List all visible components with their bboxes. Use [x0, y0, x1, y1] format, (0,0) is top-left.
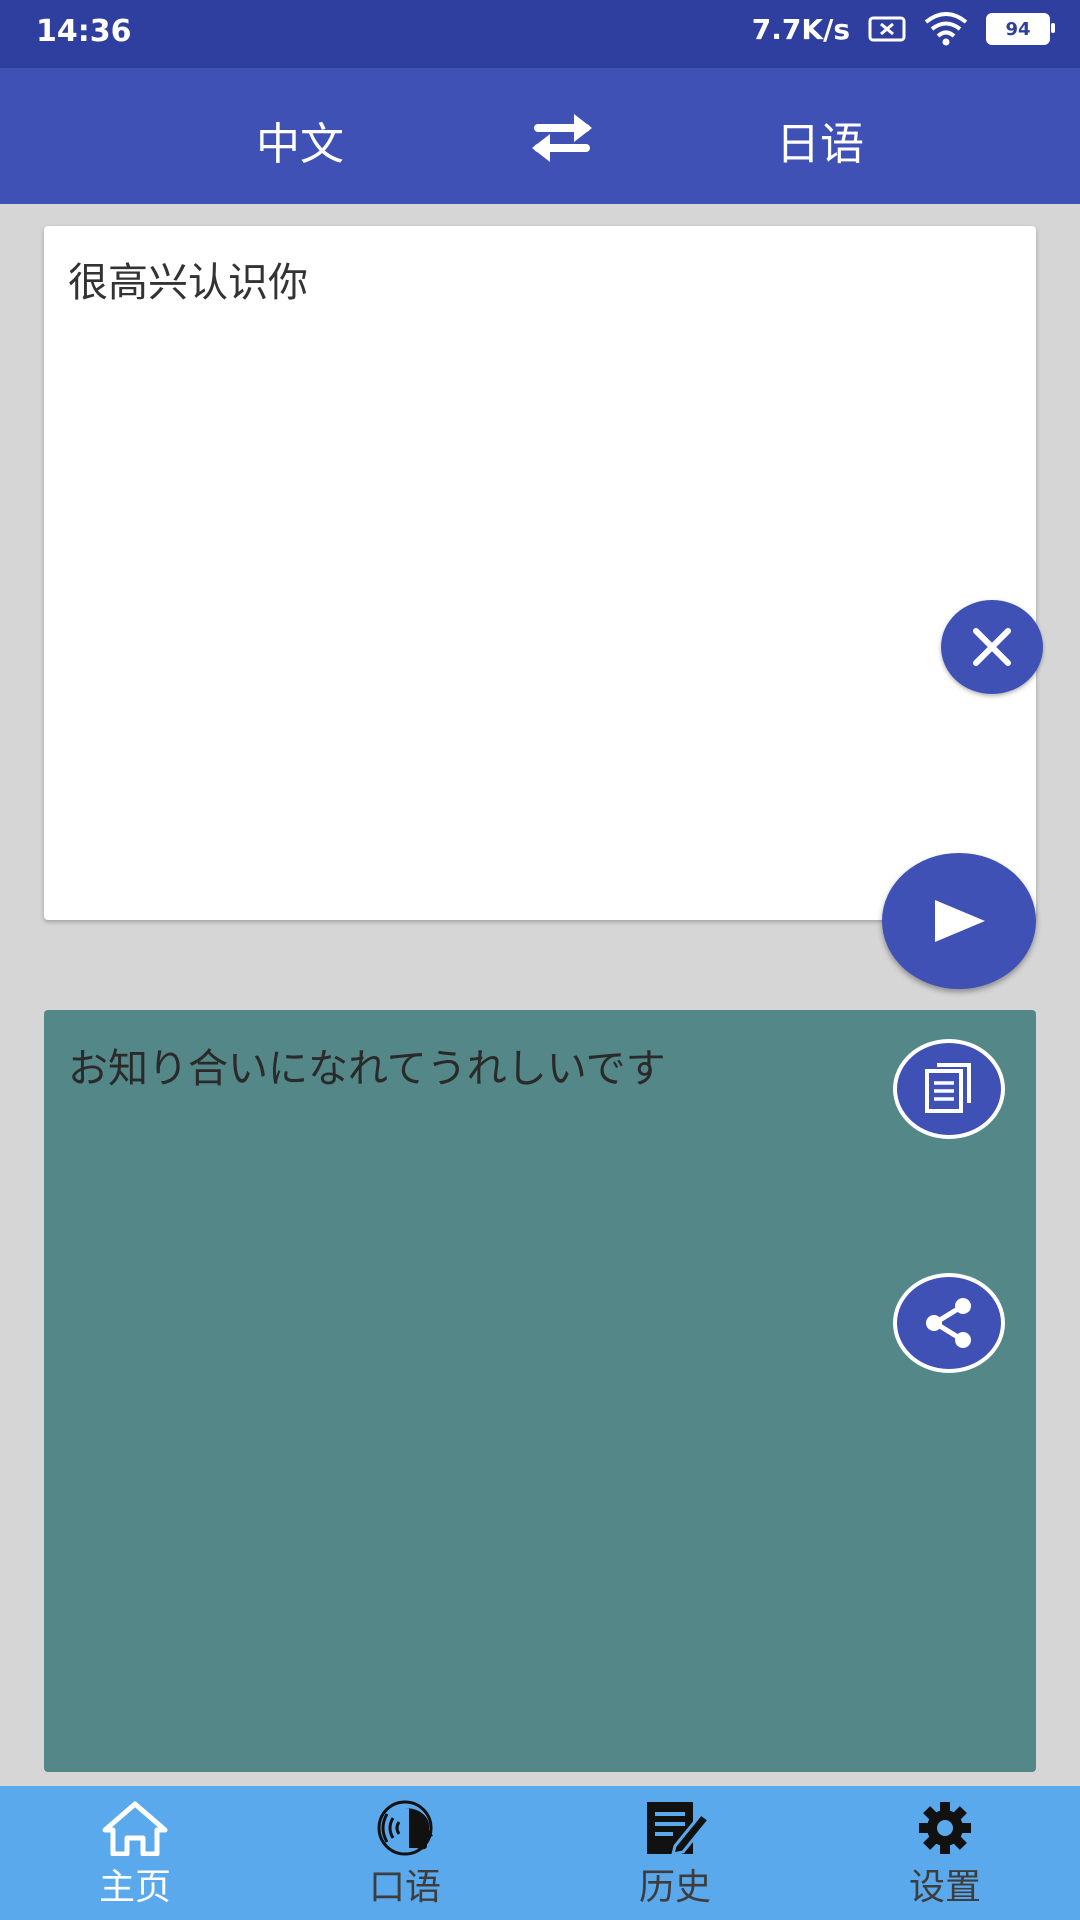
speak-icon: [377, 1800, 433, 1856]
swap-languages-icon[interactable]: [524, 108, 600, 168]
battery-level: 94: [1005, 18, 1031, 40]
translate-button[interactable]: [882, 853, 1036, 989]
nav-settings[interactable]: 设置: [810, 1786, 1080, 1920]
app-bar: 中文 日语: [0, 68, 1080, 204]
target-language-button[interactable]: 日语: [776, 108, 864, 172]
translated-text: お知り合いになれてうれしいです: [68, 1046, 666, 1092]
copy-icon: [925, 1063, 971, 1113]
home-icon: [102, 1801, 168, 1856]
nav-home[interactable]: 主页: [0, 1786, 270, 1920]
copy-button[interactable]: [893, 1039, 1005, 1139]
nav-speak-label: 口语: [368, 1867, 441, 1908]
nav-speak[interactable]: 口语: [270, 1786, 540, 1920]
battery-icon: 94: [986, 13, 1055, 45]
bottom-nav: 主页 口语 历史 设置: [0, 1786, 1080, 1920]
gear-icon: [919, 1802, 971, 1854]
close-icon: [973, 628, 1011, 666]
history-icon: [647, 1802, 711, 1856]
no-sim-icon: [868, 16, 906, 42]
source-text-input[interactable]: 很高兴认识你: [68, 250, 308, 308]
nav-history-label: 历史: [638, 1867, 711, 1908]
status-bar: 14:36 7.7K/s 94: [0, 0, 1080, 68]
nav-home-label: 主页: [98, 1867, 171, 1908]
output-card: お知り合いになれてうれしいです: [44, 1010, 1036, 1772]
status-right: 7.7K/s 94: [751, 12, 1055, 46]
input-card[interactable]: 很高兴认识你: [44, 226, 1043, 920]
share-icon: [926, 1298, 971, 1348]
share-button[interactable]: [893, 1273, 1005, 1373]
nav-settings-label: 设置: [908, 1867, 981, 1908]
net-speed: 7.7K/s: [751, 12, 850, 46]
wifi-icon: [924, 12, 968, 46]
nav-history[interactable]: 历史: [540, 1786, 810, 1920]
source-language-button[interactable]: 中文: [256, 108, 344, 172]
status-time: 14:36: [36, 14, 132, 49]
play-icon: [935, 900, 985, 942]
clear-button[interactable]: [941, 600, 1043, 694]
